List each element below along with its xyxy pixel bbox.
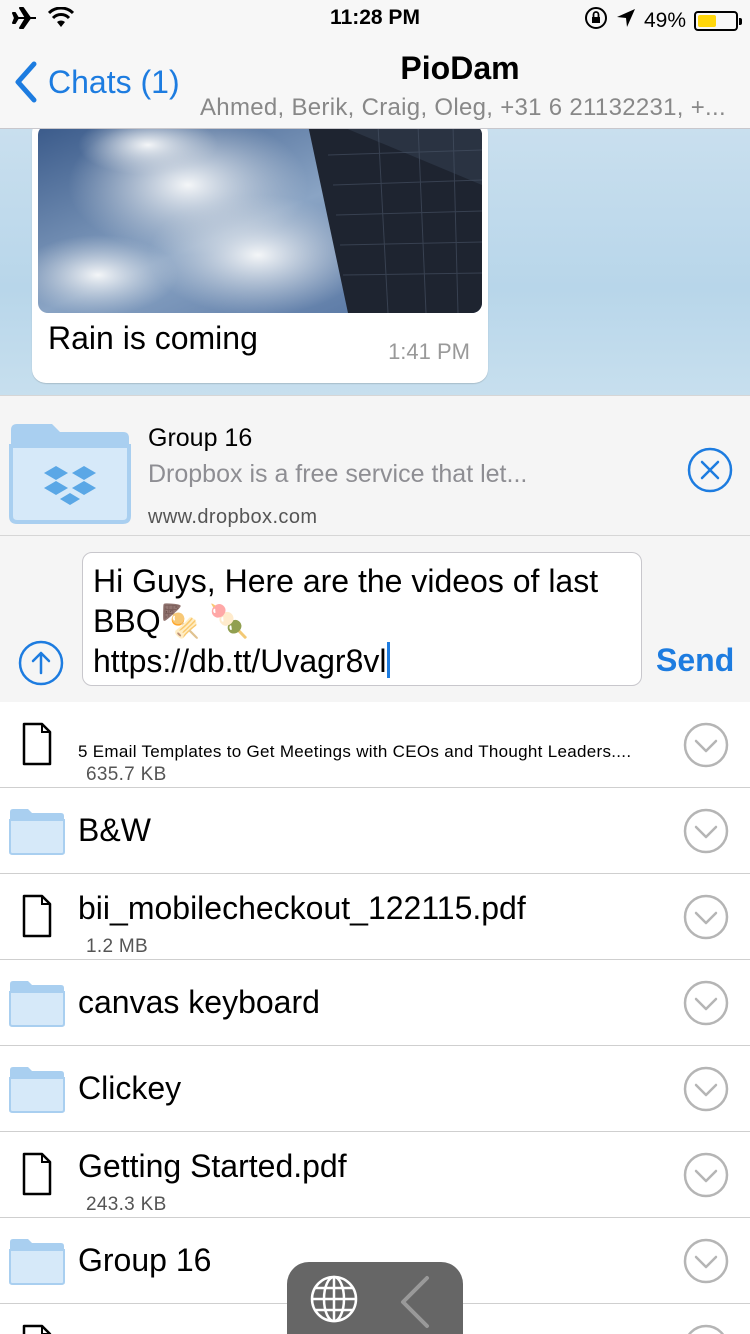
select-checkbox[interactable] bbox=[683, 1238, 729, 1289]
chat-title[interactable]: PioDam bbox=[200, 50, 720, 87]
document-icon bbox=[22, 894, 52, 943]
chevron-down-circle-icon bbox=[683, 808, 729, 854]
battery-level bbox=[698, 15, 716, 27]
chevron-down-circle-icon bbox=[683, 894, 729, 940]
message-input-text: Hi Guys, Here are the videos of last BBQ… bbox=[93, 563, 599, 679]
keyboard-accessory-bar bbox=[287, 1262, 463, 1334]
link-preview[interactable]: Group 16 Dropbox is a free service that … bbox=[0, 395, 750, 536]
select-checkbox[interactable] bbox=[683, 980, 729, 1031]
file-size: 1.2 MB bbox=[86, 936, 148, 957]
chevron-down-circle-icon bbox=[687, 1324, 725, 1334]
send-button[interactable]: Send bbox=[656, 642, 734, 679]
back-label: Chats (1) bbox=[48, 63, 180, 100]
list-item[interactable]: Getting Started.pdf 243.3 KB bbox=[0, 1132, 750, 1218]
back-button[interactable]: Chats (1) bbox=[14, 60, 180, 104]
document-icon bbox=[22, 1152, 52, 1201]
chat-screen: 11:28 PM 49% Chats (1) PioDam Ahmed, Ber… bbox=[0, 0, 750, 1334]
status-bar: 11:28 PM 49% bbox=[0, 0, 750, 40]
chevron-down-circle-icon bbox=[683, 722, 729, 768]
battery-percent: 49% bbox=[643, 9, 686, 32]
list-item[interactable]: 5 Email Templates to Get Meetings with C… bbox=[0, 702, 750, 788]
orientation-lock-icon bbox=[584, 6, 608, 36]
select-checkbox[interactable] bbox=[683, 1324, 729, 1334]
text-cursor bbox=[387, 642, 391, 678]
document-icon bbox=[22, 722, 52, 771]
close-icon bbox=[687, 447, 733, 493]
battery-icon bbox=[694, 11, 742, 31]
preview-description: Dropbox is a free service that let... bbox=[148, 460, 528, 488]
file-name: canvas keyboard bbox=[78, 984, 320, 1020]
select-checkbox[interactable] bbox=[683, 1066, 729, 1117]
close-preview-button[interactable] bbox=[686, 446, 734, 499]
list-item[interactable]: bii_mobilecheckout_122115.pdf 1.2 MB bbox=[0, 874, 750, 960]
folder-icon bbox=[8, 1064, 66, 1119]
message-bubble[interactable]: Rain is coming 1:41 PM bbox=[32, 129, 488, 383]
file-list[interactable]: 5 Email Templates to Get Meetings with C… bbox=[0, 702, 750, 1334]
message-time: 1:41 PM bbox=[388, 339, 470, 364]
globe-button[interactable] bbox=[309, 1274, 359, 1329]
globe-icon bbox=[310, 1275, 358, 1323]
chevron-left-icon bbox=[15, 61, 37, 103]
select-checkbox[interactable] bbox=[683, 722, 729, 773]
file-size: 243.3 KB bbox=[86, 1194, 167, 1215]
chevron-down-circle-icon bbox=[683, 1066, 729, 1112]
keyboard-back-button[interactable] bbox=[397, 1274, 433, 1334]
status-right: 49% bbox=[584, 6, 742, 36]
folder-icon bbox=[8, 978, 66, 1033]
select-checkbox[interactable] bbox=[683, 1152, 729, 1203]
chat-participants[interactable]: Ahmed, Berik, Craig, Oleg, +31 6 2113223… bbox=[200, 94, 730, 122]
upload-arrow-icon bbox=[18, 640, 64, 686]
attach-button[interactable] bbox=[18, 640, 64, 691]
file-name: bii_mobilecheckout_122115.pdf bbox=[78, 890, 526, 926]
message-photo[interactable] bbox=[38, 129, 482, 313]
file-name: Group 16 bbox=[78, 1242, 212, 1278]
chevron-left-icon bbox=[401, 1276, 429, 1328]
location-arrow-icon bbox=[616, 8, 636, 34]
chevron-down-circle-icon bbox=[683, 1238, 729, 1284]
message-composer: Hi Guys, Here are the videos of last BBQ… bbox=[0, 536, 750, 702]
folder-icon bbox=[8, 1236, 66, 1291]
list-item[interactable]: B&W bbox=[0, 788, 750, 874]
chevron-down-circle-icon bbox=[683, 1152, 729, 1198]
file-name: 5 Email Templates to Get Meetings with C… bbox=[78, 742, 632, 761]
message-caption: Rain is coming bbox=[48, 320, 258, 356]
file-name: Clickey bbox=[78, 1070, 182, 1106]
list-item[interactable]: canvas keyboard bbox=[0, 960, 750, 1046]
chevron-down-circle-icon bbox=[683, 980, 729, 1026]
preview-url: www.dropbox.com bbox=[148, 506, 318, 528]
navigation-bar: Chats (1) PioDam Ahmed, Berik, Craig, Ol… bbox=[0, 40, 750, 129]
dropbox-folder-icon bbox=[8, 414, 132, 529]
file-name: Getting Started.pdf bbox=[78, 1148, 347, 1184]
message-input[interactable]: Hi Guys, Here are the videos of last BBQ… bbox=[82, 552, 642, 686]
document-icon bbox=[22, 1324, 52, 1334]
select-checkbox[interactable] bbox=[683, 808, 729, 859]
folder-icon bbox=[8, 806, 66, 861]
list-item[interactable]: Clickey bbox=[0, 1046, 750, 1132]
chat-history[interactable]: Rain is coming 1:41 PM bbox=[0, 129, 750, 395]
preview-title: Group 16 bbox=[148, 424, 253, 452]
select-checkbox[interactable] bbox=[683, 894, 729, 945]
file-name: B&W bbox=[78, 812, 151, 848]
file-size: 635.7 KB bbox=[86, 764, 167, 785]
